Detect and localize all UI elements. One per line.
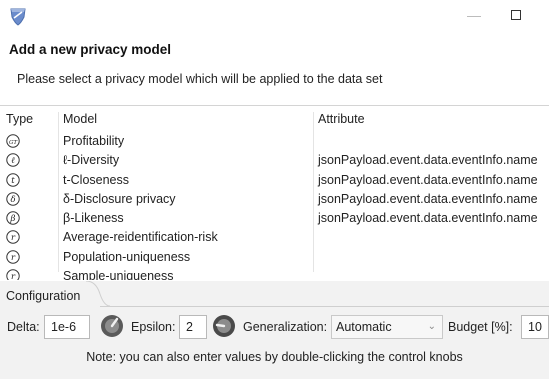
table-row[interactable]: r Sample-uniqueness	[0, 267, 549, 280]
configuration-controls: Delta: 1e-6 Epsilon: 2 Generalization: A…	[0, 313, 549, 341]
model-type-icon: β	[6, 211, 20, 225]
generalization-label: Generalization:	[243, 320, 328, 334]
model-name: Average-reidentification-risk	[63, 230, 218, 245]
square-icon	[511, 10, 521, 20]
column-header-type[interactable]: Type	[6, 112, 33, 126]
maximize-button[interactable]	[504, 4, 528, 26]
model-type-icon: t	[6, 172, 20, 187]
table-row[interactable]: r Average-reidentification-risk	[0, 228, 549, 247]
model-name: Profitability	[63, 134, 125, 148]
model-name: t-Closeness	[63, 172, 129, 187]
configuration-panel: Configuration Delta: 1e-6 Epsilon: 2 Gen…	[0, 281, 549, 379]
tab-edge	[86, 281, 110, 307]
dialog-title: Add a new privacy model	[9, 42, 172, 57]
configuration-note: Note: you can also enter values by doubl…	[86, 350, 463, 364]
model-attribute: jsonPayload.event.data.eventInfo.name	[318, 211, 538, 226]
privacy-model-table[interactable]: Type Model Attribute GT Profitability ℓ ℓ-D…	[0, 108, 549, 280]
delta-field[interactable]: 1e-6	[44, 315, 90, 339]
minimize-button[interactable]: —	[462, 4, 486, 26]
svg-text:β: β	[10, 214, 16, 224]
model-attribute: jsonPayload.event.data.eventInfo.name	[318, 172, 538, 187]
model-type-icon: r	[6, 230, 20, 245]
model-name: β-Likeness	[63, 211, 124, 226]
table-header: Type Model Attribute	[0, 108, 549, 272]
epsilon-knob-icon[interactable]	[212, 314, 236, 338]
column-header-model[interactable]: Model	[63, 112, 97, 126]
delta-knob-icon[interactable]	[100, 314, 124, 338]
model-attribute: jsonPayload.event.data.eventInfo.name	[318, 153, 538, 168]
delta-label: Delta:	[7, 320, 40, 334]
model-name: δ-Disclosure privacy	[63, 191, 176, 206]
table-row[interactable]: ℓ ℓ-Diversity jsonPayload.event.data.event…	[0, 151, 549, 170]
model-type-icon: r	[6, 250, 20, 264]
table-row[interactable]: r Population-uniqueness	[0, 248, 549, 267]
chevron-down-icon: ⌄	[427, 321, 436, 332]
tab-configuration[interactable]: Configuration	[0, 281, 89, 307]
budget-field[interactable]: 10	[521, 315, 549, 339]
model-type-icon: ℓ	[6, 153, 20, 167]
shield-icon	[10, 8, 26, 26]
model-type-icon: r	[6, 269, 20, 280]
dialog-header: Add a new privacy model Please select a …	[0, 36, 549, 98]
model-name: ℓ-Diversity	[63, 153, 120, 168]
svg-text:δ: δ	[10, 195, 15, 205]
epsilon-field[interactable]: 2	[179, 315, 207, 339]
svg-text:ℓ: ℓ	[11, 156, 15, 166]
model-attribute: jsonPayload.event.data.eventInfo.name	[318, 191, 538, 206]
svg-text:t: t	[11, 176, 15, 186]
table-row[interactable]: δ δ-Disclosure privacy jsonPayload.event.d…	[0, 190, 549, 209]
model-name: Sample-uniqueness	[63, 269, 174, 280]
table-row[interactable]: t t-Closeness jsonPayload.event.data.event…	[0, 171, 549, 190]
svg-text:GT: GT	[9, 140, 17, 146]
model-name: Population-uniqueness	[63, 249, 191, 264]
tab-divider	[100, 306, 549, 307]
budget-label: Budget [%]:	[448, 320, 513, 334]
model-type-icon: GT	[6, 134, 20, 148]
dialog-description: Please select a privacy model which will…	[17, 72, 383, 86]
epsilon-label: Epsilon:	[131, 320, 176, 334]
column-header-attribute[interactable]: Attribute	[318, 112, 365, 126]
table-row[interactable]: GT Profitability	[0, 132, 549, 151]
table-row[interactable]: β β-Likeness jsonPayload.event.data.eventI…	[0, 209, 549, 228]
generalization-value: Automatic	[336, 320, 392, 334]
table-body: GT Profitability ℓ ℓ-Diversity jsonPayload.e…	[0, 132, 549, 280]
title-bar: —	[0, 0, 549, 36]
model-type-icon: δ	[6, 192, 20, 206]
generalization-select[interactable]: Automatic ⌄	[331, 315, 443, 339]
header-divider	[0, 105, 549, 106]
